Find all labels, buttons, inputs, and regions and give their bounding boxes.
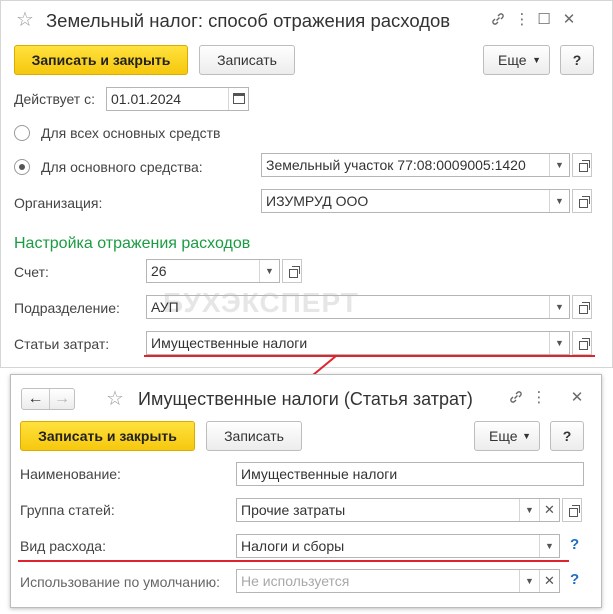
open-group-icon[interactable] [562,498,582,522]
clear-icon[interactable]: ✕ [539,570,559,592]
question-help-icon[interactable]: ? [570,536,579,553]
highlight-underline [18,560,569,562]
clear-icon[interactable]: ✕ [539,499,559,521]
link-icon[interactable] [507,389,525,407]
cost-item-window: ← → ☆ Имущественные налоги (Статья затра… [10,374,602,608]
expense-type-label: Вид расхода: [20,538,106,554]
chevron-down-icon[interactable]: ▼ [519,570,539,592]
group-label: Группа статей: [20,502,115,518]
expense-type-select-value: Налоги и сборы [241,538,345,554]
favorite-star-icon[interactable]: ☆ [106,389,124,409]
group-select-value: Прочие затраты [241,502,346,518]
more-vertical-icon[interactable]: ⋮ [530,389,548,407]
group-select[interactable]: Прочие затраты ▼ ✕ [236,498,560,522]
question-help-icon[interactable]: ? [570,571,579,588]
name-input[interactable]: Имущественные налоги [236,462,584,486]
default-usage-select[interactable]: Не используется ▼ ✕ [236,569,560,593]
navigation-buttons: ← → [21,388,75,410]
name-input-value: Имущественные налоги [241,466,398,482]
back-arrow-icon[interactable]: ← [23,389,48,409]
expense-type-select[interactable]: Налоги и сборы ▼ [236,534,560,558]
save-button[interactable]: Записать [206,421,302,451]
forward-arrow-icon[interactable]: → [49,389,74,409]
more-button[interactable]: Еще ▼ [474,421,540,451]
help-button[interactable]: ? [550,421,584,451]
default-usage-placeholder: Не используется [241,573,350,589]
default-usage-label: Использование по умолчанию: [20,574,221,590]
window-title: Имущественные налоги (Статья затрат) [138,389,473,409]
chevron-down-icon: ▼ [522,431,531,441]
chevron-down-icon[interactable]: ▼ [519,499,539,521]
save-and-close-button[interactable]: Записать и закрыть [20,421,195,451]
name-label: Наименование: [20,466,121,482]
chevron-down-icon[interactable]: ▼ [539,535,559,557]
close-icon[interactable]: ✕ [568,389,586,407]
more-button-label: Еще [489,428,518,444]
